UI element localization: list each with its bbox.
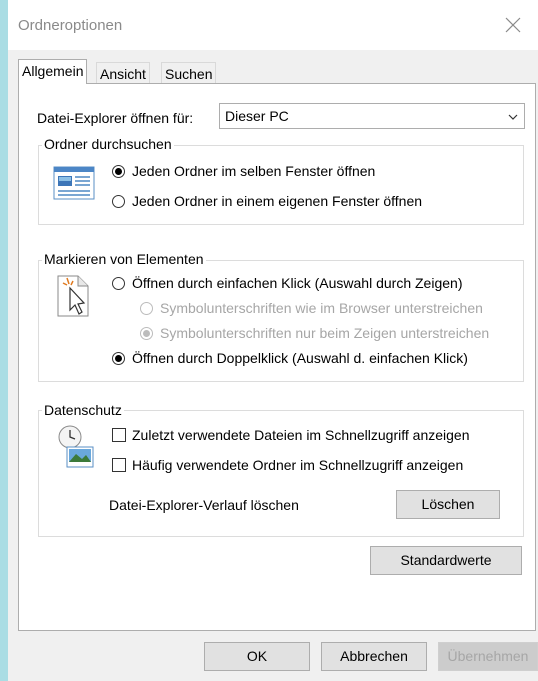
window-layout-icon	[53, 166, 95, 203]
label-underline-browser: Symbolunterschriften wie im Browser unte…	[160, 300, 483, 316]
radio-underline-browser[interactable]	[140, 302, 153, 315]
label-single-click[interactable]: Öffnen durch einfachen Klick (Auswahl du…	[132, 275, 462, 291]
tab-suchen[interactable]: Suchen	[161, 62, 217, 84]
browse-folders-legend: Ordner durchsuchen	[42, 136, 174, 152]
label-recent-files[interactable]: Zuletzt verwendete Dateien im Schnellzug…	[132, 427, 469, 443]
chevron-down-icon	[507, 110, 519, 126]
cancel-button[interactable]: Abbrechen	[321, 642, 427, 671]
radio-single-click[interactable]	[112, 277, 125, 290]
pointer-icon	[52, 272, 92, 321]
radio-same-window[interactable]	[112, 165, 125, 178]
radio-new-window[interactable]	[112, 195, 125, 208]
label-new-window[interactable]: Jeden Ordner in einem eigenen Fenster öf…	[132, 193, 422, 209]
tab-ansicht[interactable]: Ansicht	[96, 62, 150, 84]
click-items-legend: Markieren von Elementen	[42, 251, 206, 267]
browse-folders-group	[38, 145, 524, 225]
radio-underline-point[interactable]	[140, 327, 153, 340]
clear-history-label: Datei-Explorer-Verlauf löschen	[109, 497, 299, 513]
close-icon[interactable]	[498, 10, 528, 40]
label-frequent-folders[interactable]: Häufig verwendete Ordner im Schnellzugri…	[132, 457, 463, 473]
checkbox-frequent-folders[interactable]	[112, 458, 126, 472]
recent-history-icon	[57, 423, 97, 472]
ok-button[interactable]: OK	[204, 642, 310, 671]
restore-defaults-button[interactable]: Standardwerte	[370, 546, 522, 575]
apply-button[interactable]: Übernehmen	[438, 642, 538, 671]
open-for-value: Dieser PC	[225, 108, 289, 124]
radio-double-click[interactable]	[112, 352, 125, 365]
open-for-label: Datei-Explorer öffnen für:	[37, 110, 194, 126]
clear-history-button[interactable]: Löschen	[396, 490, 500, 519]
label-underline-point: Symbolunterschriften nur beim Zeigen unt…	[160, 325, 490, 341]
window-title: Ordneroptionen	[18, 17, 123, 34]
title-bar: Ordneroptionen	[8, 0, 538, 50]
privacy-legend: Datenschutz	[42, 402, 124, 418]
label-same-window[interactable]: Jeden Ordner im selben Fenster öffnen	[132, 163, 375, 179]
label-double-click[interactable]: Öffnen durch Doppelklick (Auswahl d. ein…	[132, 350, 468, 366]
checkbox-recent-files[interactable]	[112, 428, 126, 442]
folder-options-dialog: Ordneroptionen Allgemein Ansicht Suchen …	[8, 0, 538, 681]
open-for-dropdown[interactable]: Dieser PC	[219, 103, 525, 129]
tab-allgemein[interactable]: Allgemein	[18, 59, 88, 84]
